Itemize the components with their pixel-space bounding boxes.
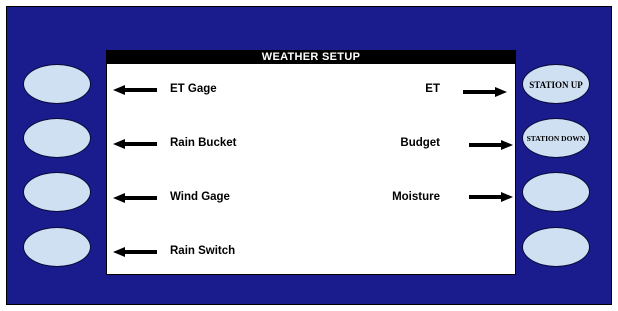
- right-softkey-4[interactable]: [522, 227, 590, 267]
- arrow-left-icon: [113, 139, 157, 149]
- arrow-left-icon: [113, 247, 157, 257]
- option-et: ET: [425, 83, 440, 95]
- screen-title: WEATHER SETUP: [107, 51, 515, 64]
- option-moisture: Moisture: [392, 191, 440, 203]
- option-budget: Budget: [400, 137, 440, 149]
- station-up-button[interactable]: STATION UP: [522, 64, 590, 104]
- lcd-screen: WEATHER SETUP ET Gage Rain Bucket Wind G…: [106, 50, 516, 275]
- station-down-button[interactable]: STATION DOWN: [522, 118, 590, 158]
- left-softkey-3[interactable]: [23, 172, 91, 212]
- arrow-right-icon: [463, 87, 507, 97]
- arrow-left-icon: [113, 85, 157, 95]
- arrow-left-icon: [113, 193, 157, 203]
- left-softkey-1[interactable]: [23, 64, 91, 104]
- arrow-right-icon: [469, 192, 513, 202]
- option-rain-switch: Rain Switch: [170, 245, 236, 257]
- left-softkey-4[interactable]: [23, 227, 91, 267]
- option-rain-bucket: Rain Bucket: [170, 137, 237, 149]
- option-wind-gage: Wind Gage: [170, 191, 230, 203]
- left-softkey-2[interactable]: [23, 118, 91, 158]
- control-panel: STATION UP STATION DOWN WEATHER SETUP ET…: [6, 6, 612, 305]
- option-et-gage: ET Gage: [170, 83, 217, 95]
- arrow-right-icon: [469, 140, 513, 150]
- right-softkey-3[interactable]: [522, 172, 590, 212]
